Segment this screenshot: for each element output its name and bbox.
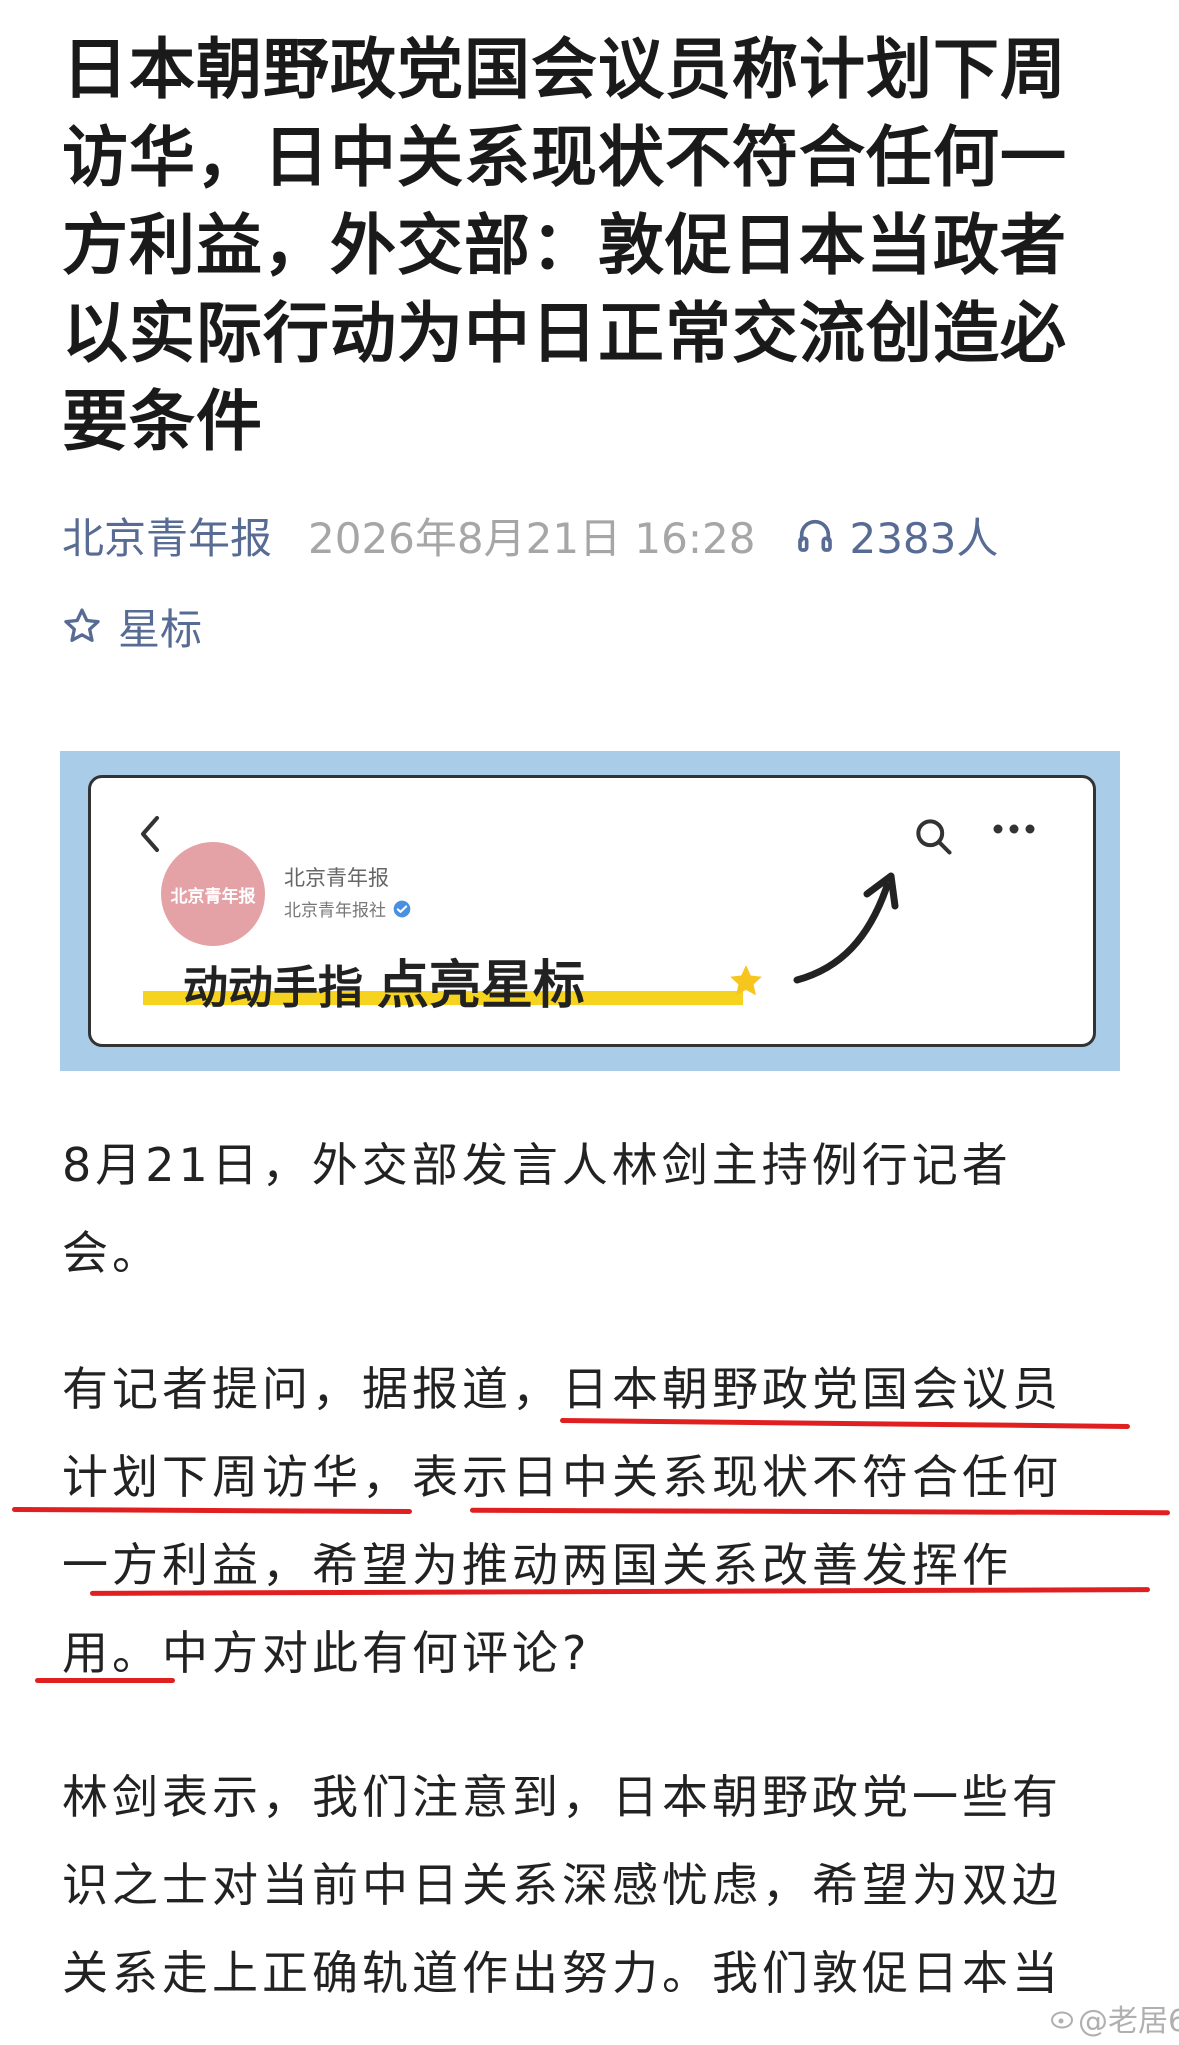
back-arrow-icon (141, 816, 159, 852)
slogan-big: 点亮星标 (377, 956, 586, 1016)
paragraph-line: 识之士对当前中日关系深感忧虑，希望为双边 (62, 1858, 1062, 1912)
account-org-row: 北京青年报社 (284, 896, 412, 921)
star-filled-icon (730, 965, 762, 996)
red-underline (35, 1678, 175, 1683)
account-org: 北京青年报社 (284, 901, 386, 921)
account-name: 北京青年报 (284, 866, 389, 890)
slogan-small: 动动手指 (183, 961, 364, 1014)
title-line: 以实际行动为中日正常交流创造必 (62, 295, 1067, 372)
promo-card: 北京青年报 北京青年报 北京青年报社 动动手指 点亮星标 (88, 775, 1096, 1047)
paragraph-3: 林剑表示，我们注意到，日本朝野政党一些有 识之士对当前中日关系深感忧虑，希望为双… (62, 1753, 1122, 2017)
weibo-icon (1051, 2011, 1073, 2029)
title-line: 访华，日中关系现状不符合任何一 (62, 119, 1067, 196)
logo-text: 北京青年报 (170, 886, 256, 907)
promo-banner[interactable]: 北京青年报 北京青年报 北京青年报社 动动手指 点亮星标 (60, 751, 1120, 1071)
title-line: 要条件 (62, 383, 263, 460)
account-logo: 北京青年报 (161, 842, 265, 946)
star-label: 星标 (118, 604, 203, 654)
article-page: 日本朝野政党国会议员称计划下周 访华，日中关系现状不符合任何一 方利益，外交部：… (0, 0, 1179, 2045)
curved-arrow-icon (793, 872, 899, 984)
paragraph-line: 8月21日，外交部发言人林剑主持例行记者 (62, 1138, 1012, 1192)
weibo-watermark: @老居6 (1050, 1996, 1179, 2040)
star-outline-icon (64, 608, 100, 642)
paragraph-line: 用。中方对此有何评论? (62, 1626, 591, 1680)
paragraph-line: 会。 (62, 1226, 162, 1280)
more-icon (993, 824, 1035, 834)
paragraph-line: 林剑表示，我们注意到，日本朝野政党一些有 (62, 1770, 1062, 1824)
article-title: 日本朝野政党国会议员称计划下周 访华，日中关系现状不符合任何一 方利益，外交部：… (62, 26, 1122, 466)
source-link[interactable]: 北京青年报 (62, 505, 272, 566)
paragraph-line: 关系走上正确轨道作出努力。我们敦促日本当 (62, 1946, 1062, 2000)
title-line: 日本朝野政党国会议员称计划下周 (62, 31, 1067, 108)
listen-button[interactable]: 2383人 (795, 505, 998, 566)
paragraph-1: 8月21日，外交部发言人林剑主持例行记者 会。 (62, 1121, 1122, 1297)
article-meta: 北京青年报 2026年8月21日 16:28 2383人 (62, 505, 1162, 565)
watermark-text: @老居6 (1078, 2004, 1179, 2039)
title-line: 方利益，外交部：敦促日本当政者 (62, 207, 1067, 284)
search-icon (916, 819, 952, 855)
listener-count: 2383人 (849, 513, 999, 563)
paragraph-2: 有记者提问，据报道，日本朝野政党国会议员 计划下周访华，表示日中关系现状不符合任… (62, 1345, 1122, 1697)
slogan: 动动手指 点亮星标 (183, 943, 585, 1018)
star-button[interactable]: 星标 (62, 596, 202, 656)
publish-date: 2026年8月21日 16:28 (308, 513, 756, 563)
verified-icon (393, 900, 411, 917)
headphones-icon (798, 519, 833, 552)
paragraph-line: 一方利益，希望为推动两国关系改善发挥作 (62, 1538, 1012, 1592)
